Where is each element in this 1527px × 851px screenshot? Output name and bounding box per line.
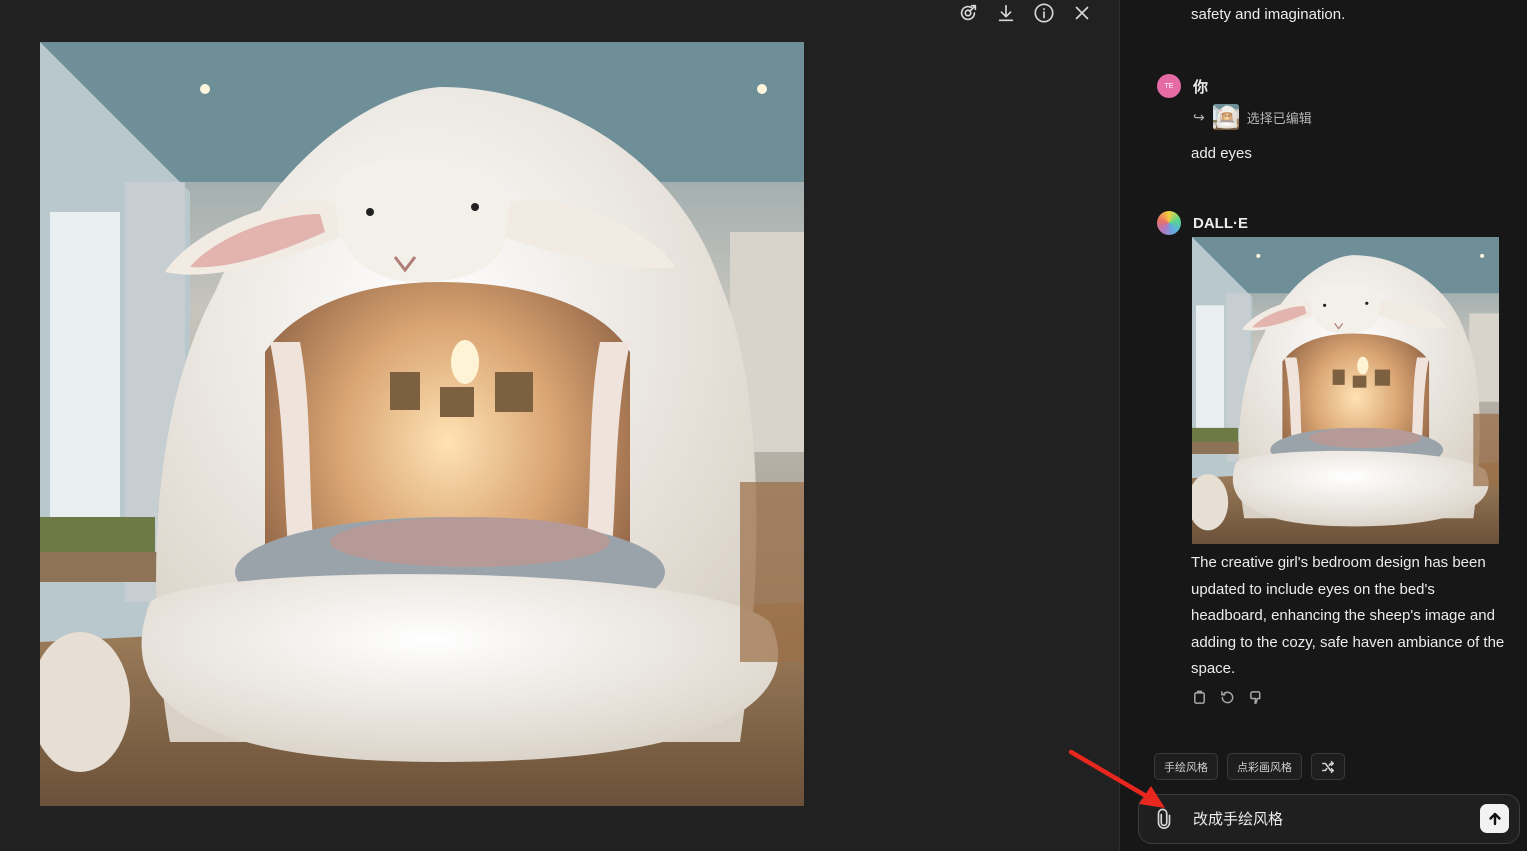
sheep-bed-bedroom-image [40,42,804,806]
message-composer [1138,794,1520,844]
select-edit-icon [960,4,977,21]
sheep-bed-thumbnail-image [1192,237,1499,544]
user-avatar: TE [1157,74,1181,98]
chat-panel: safety and imagination. TE 你 ↪ 选择已编辑 add… [1120,0,1527,851]
annotation-arrow [1068,749,1165,808]
assistant-name: DALL·E [1193,214,1248,232]
send-button[interactable] [1480,804,1509,833]
info-icon [1034,3,1054,23]
thumbs-down-button[interactable] [1247,688,1263,706]
suggestion-chip[interactable]: 点彩画风格 [1227,753,1302,780]
select-edit-button[interactable] [955,0,981,26]
assistant-response-text: The creative girl's bedroom design has b… [1191,554,1505,677]
arrow-up-icon [1488,812,1501,825]
edit-thumbnail [1213,104,1239,130]
generated-image-thumbnail[interactable] [1192,237,1499,544]
shuffle-button[interactable] [1311,753,1345,780]
info-button[interactable] [1031,0,1057,26]
download-icon [998,4,1014,22]
dalle-avatar [1157,211,1181,235]
message-actions [1191,688,1263,706]
viewer-toolbar [955,0,1095,26]
generated-image-large [40,42,804,806]
reply-arrow-icon: ↪ [1193,108,1205,125]
download-button[interactable] [993,0,1019,26]
image-viewer [0,0,1119,851]
close-icon [1075,6,1089,20]
edit-reference[interactable]: ↪ 选择已编辑 [1193,104,1312,130]
copy-icon [1193,690,1205,704]
regenerate-icon [1220,690,1233,703]
user-message-text: add eyes [1191,145,1252,162]
regenerate-button[interactable] [1219,688,1235,706]
assistant-message-header: DALL·E [1157,211,1248,235]
edit-reference-label: 选择已编辑 [1246,110,1312,126]
thumbs-down-icon [1249,690,1260,704]
close-button[interactable] [1069,0,1095,26]
shuffle-icon [1321,760,1335,773]
suggestion-chips: 手绘风格 点彩画风格 [1154,753,1345,780]
user-message-header: TE 你 [1157,74,1208,98]
message-input[interactable] [1191,809,1465,828]
previous-message-text: safety and imagination. [1191,6,1346,23]
copy-button[interactable] [1191,688,1207,706]
user-name: 你 [1193,78,1209,96]
